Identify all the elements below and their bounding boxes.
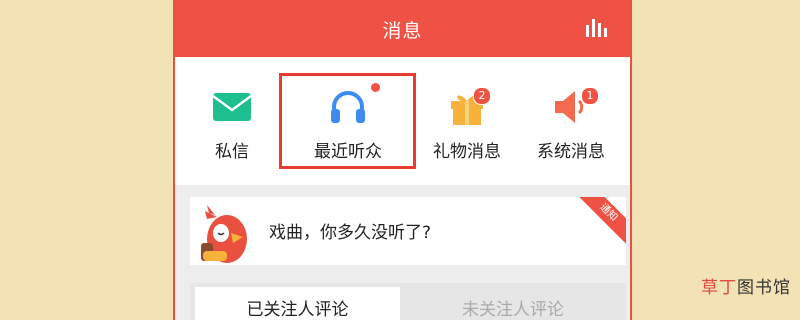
header-bar: 消息	[175, 0, 630, 57]
tab-unfollowed-comments[interactable]: 未关注人评论	[405, 287, 621, 320]
category-gift-messages[interactable]: 2 礼物消息	[412, 57, 522, 185]
watermark: 草丁图书馆	[701, 273, 791, 298]
category-system-messages[interactable]: 1 系统消息	[516, 57, 626, 185]
unread-badge: 2	[473, 87, 491, 105]
page-title: 消息	[382, 20, 423, 42]
category-label: 系统消息	[537, 142, 605, 162]
phone-screen: 消息 私信 最近听众 2 礼物消息 1 系统消息 戏曲，你多久没听了? 通知 已…	[173, 0, 632, 320]
highlight-box	[279, 73, 416, 169]
unread-badge: 1	[581, 87, 599, 105]
tab-followed-comments[interactable]: 已关注人评论	[195, 287, 400, 320]
promo-banner[interactable]: 戏曲，你多久没听了? 通知	[190, 197, 626, 265]
category-label: 私信	[215, 142, 249, 162]
message-categories: 私信 最近听众 2 礼物消息 1 系统消息	[175, 57, 630, 185]
watermark-part2: 图书馆	[737, 278, 791, 298]
comment-tabs: 已关注人评论 未关注人评论	[190, 283, 626, 320]
category-label: 礼物消息	[433, 142, 501, 162]
bar-chart-icon[interactable]	[586, 19, 608, 37]
envelope-icon	[212, 93, 252, 121]
corner-ribbon: 通知	[573, 197, 626, 248]
parrot-mascot-icon	[201, 205, 247, 263]
category-private-message[interactable]: 私信	[177, 57, 287, 185]
watermark-part1: 草丁	[701, 278, 737, 298]
banner-text: 戏曲，你多久没听了?	[269, 223, 432, 243]
